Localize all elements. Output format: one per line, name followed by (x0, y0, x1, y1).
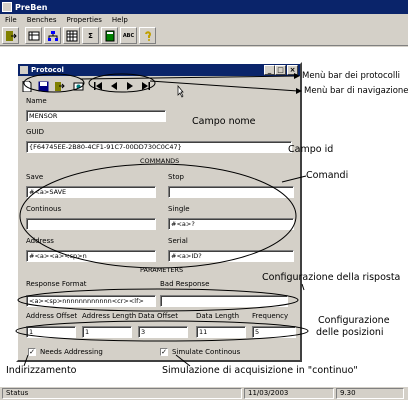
anno-configurazione-risposta: Configurazione della risposta (262, 272, 401, 283)
anno-campo-nome: Campo nome (192, 116, 256, 127)
anno-indirizzamento: Indirizzamento (6, 365, 77, 376)
status-date: 11/03/2003 (244, 388, 334, 399)
arrow-menu-protocolli (79, 75, 297, 80)
commands-ellipse (19, 163, 297, 269)
status-time: 9.30 (336, 388, 404, 399)
status-text: Status (2, 388, 242, 399)
annotation-overlay (15, 73, 309, 367)
anno-campo-id: Campo id (288, 144, 334, 155)
status-bar: Status 11/03/2003 9.30 (0, 386, 408, 400)
positions-ellipse (15, 320, 309, 342)
anno-menu-navigazione: Menù bar di navigazione (304, 86, 408, 96)
anno-simulazione: Simulazione di acquisizione in "continuo… (162, 365, 358, 376)
anno-menu-protocolli: Menù bar dei protocolli (302, 71, 400, 81)
anno-comandi: Comandi (306, 170, 349, 181)
arrow-menu-navigazione (149, 80, 299, 92)
anno-configurazione-posizioni-2: delle posizioni (316, 327, 384, 338)
mouse-cursor-icon (177, 85, 184, 98)
anno-configurazione-posizioni-1: Configurazione (318, 315, 390, 326)
toolbar-ellipse (23, 73, 85, 93)
response-ellipse (17, 288, 299, 312)
navigation-ellipse (88, 73, 156, 93)
